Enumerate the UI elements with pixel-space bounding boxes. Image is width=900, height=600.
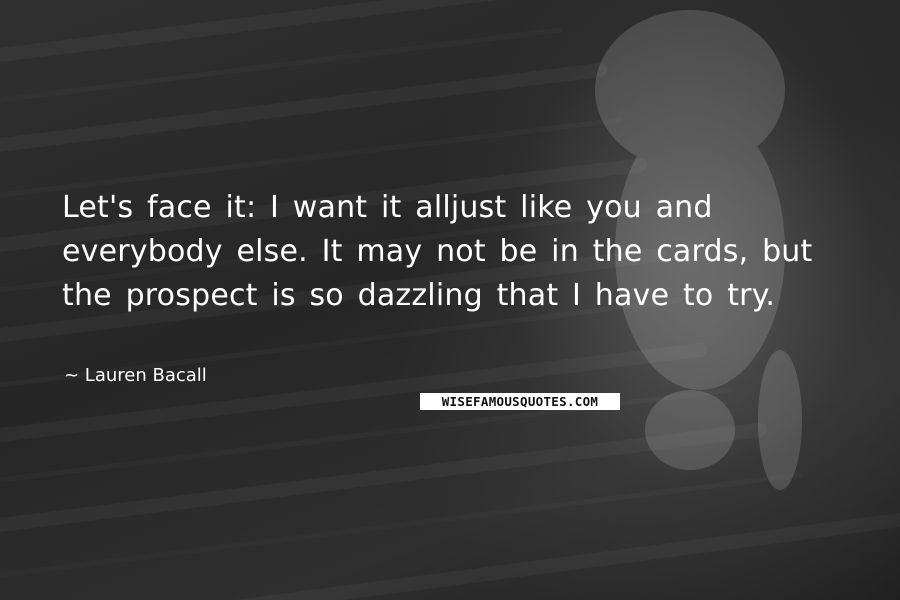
watermark-badge: WISEFAMOUSQUOTES.COM <box>420 393 620 410</box>
quote-author: ~ Lauren Bacall <box>64 365 207 386</box>
quote-image: Let's face it: I want it alljust like yo… <box>0 0 900 600</box>
quote-text: Let's face it: I want it alljust like yo… <box>62 190 813 313</box>
